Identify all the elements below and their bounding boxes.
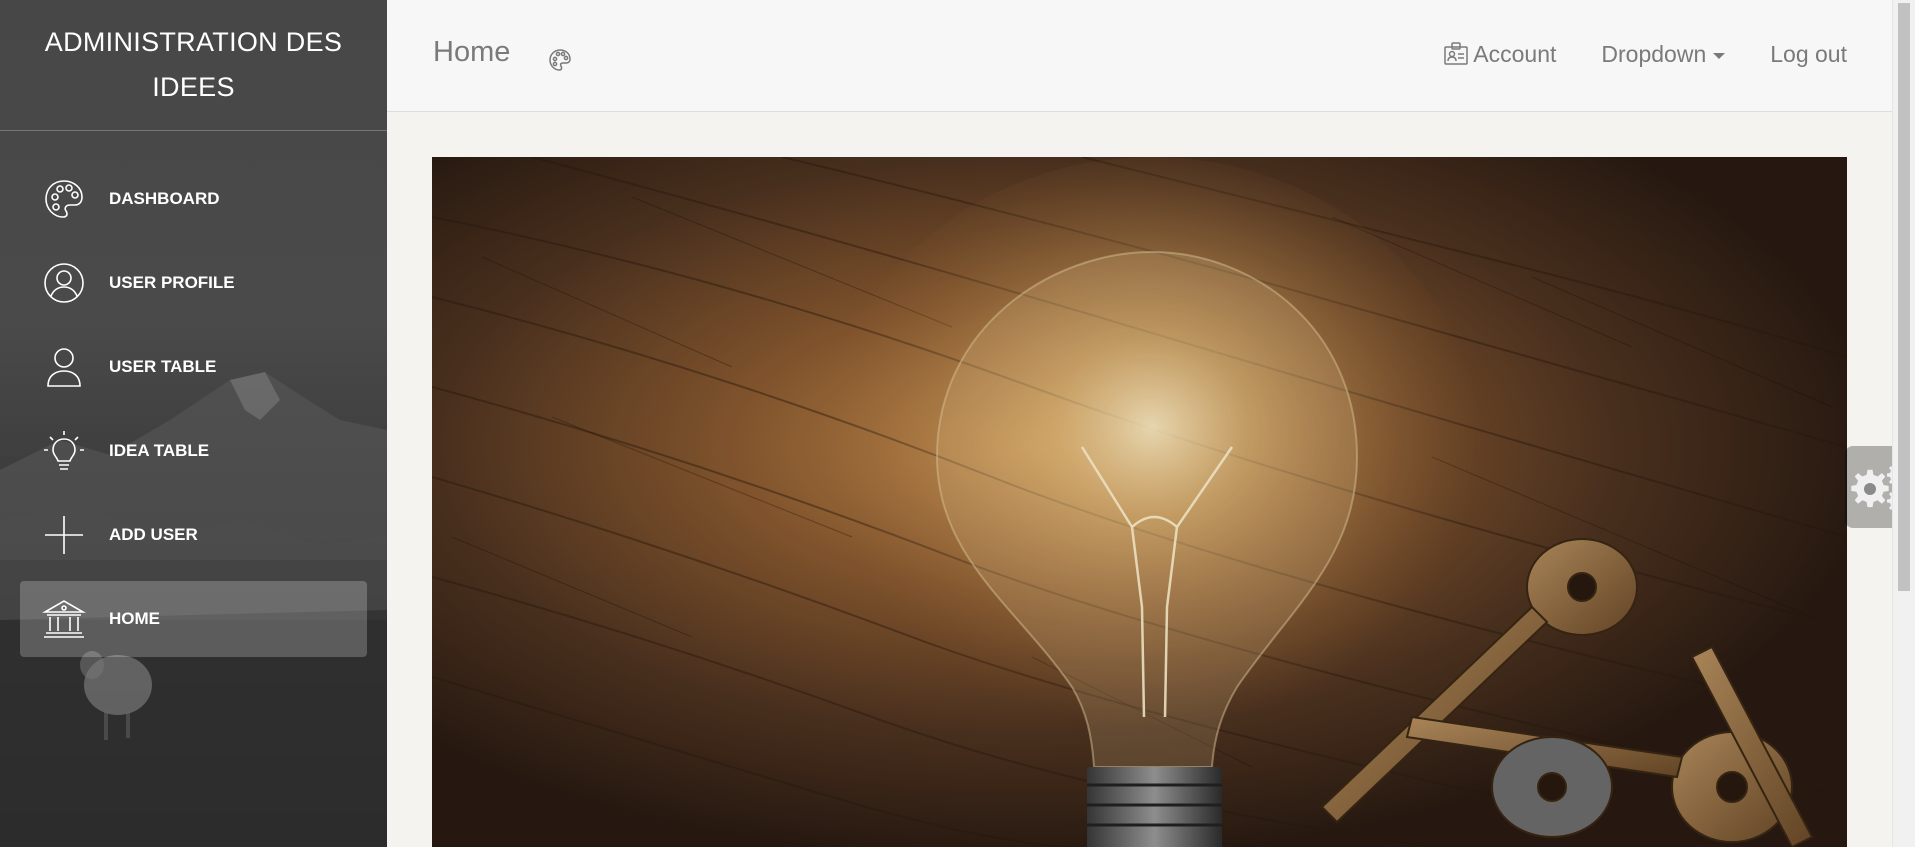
logout-label: Log out bbox=[1770, 40, 1847, 67]
sidebar-item-idea-table[interactable]: IDEA TABLE bbox=[20, 413, 367, 489]
sidebar-item-label: DASHBOARD bbox=[109, 189, 220, 208]
id-card-icon bbox=[1444, 42, 1469, 65]
sidebar: ADMINISTRATION DES IDEES DASHBOARD USER … bbox=[0, 0, 387, 847]
sidebar-item-add-user[interactable]: ADD USER bbox=[20, 497, 367, 573]
logout-link[interactable]: Log out bbox=[1770, 41, 1847, 68]
scrollbar-thumb[interactable] bbox=[1898, 3, 1910, 591]
caret-down-icon bbox=[1713, 52, 1726, 59]
hero-image bbox=[432, 157, 1847, 847]
account-label: Account bbox=[1473, 40, 1557, 67]
sidebar-item-label: IDEA TABLE bbox=[109, 441, 210, 460]
lightbulb-icon bbox=[42, 429, 86, 473]
sidebar-nav: DASHBOARD USER PROFILE USER TABLE IDEA T… bbox=[0, 131, 387, 657]
sidebar-item-label: USER TABLE bbox=[109, 357, 217, 376]
sidebar-item-label: USER PROFILE bbox=[109, 273, 235, 292]
bank-icon bbox=[42, 597, 86, 641]
account-link[interactable]: Account bbox=[1443, 41, 1556, 68]
dropdown-label: Dropdown bbox=[1601, 40, 1707, 67]
palette-icon[interactable] bbox=[547, 47, 573, 73]
sidebar-item-label: HOME bbox=[109, 609, 160, 628]
sidebar-item-home[interactable]: HOME bbox=[20, 581, 367, 657]
sidebar-item-user-profile[interactable]: USER PROFILE bbox=[20, 245, 367, 321]
main-content bbox=[387, 112, 1892, 847]
user-icon bbox=[42, 345, 86, 389]
palette-icon bbox=[42, 177, 86, 221]
page-title[interactable]: Home bbox=[433, 36, 510, 69]
plus-icon bbox=[42, 513, 86, 557]
page-scrollbar[interactable] bbox=[1892, 0, 1915, 847]
top-navbar: Home Account Dropdown Log out bbox=[387, 0, 1892, 112]
user-circle-icon bbox=[42, 261, 86, 305]
navbar-right-links: Account Dropdown Log out bbox=[1443, 0, 1892, 108]
dropdown-toggle[interactable]: Dropdown bbox=[1601, 40, 1726, 68]
sidebar-item-label: ADD USER bbox=[109, 525, 198, 544]
sidebar-item-user-table[interactable]: USER TABLE bbox=[20, 329, 367, 405]
sidebar-brand[interactable]: ADMINISTRATION DES IDEES bbox=[0, 0, 387, 131]
sidebar-item-dashboard[interactable]: DASHBOARD bbox=[20, 161, 367, 237]
